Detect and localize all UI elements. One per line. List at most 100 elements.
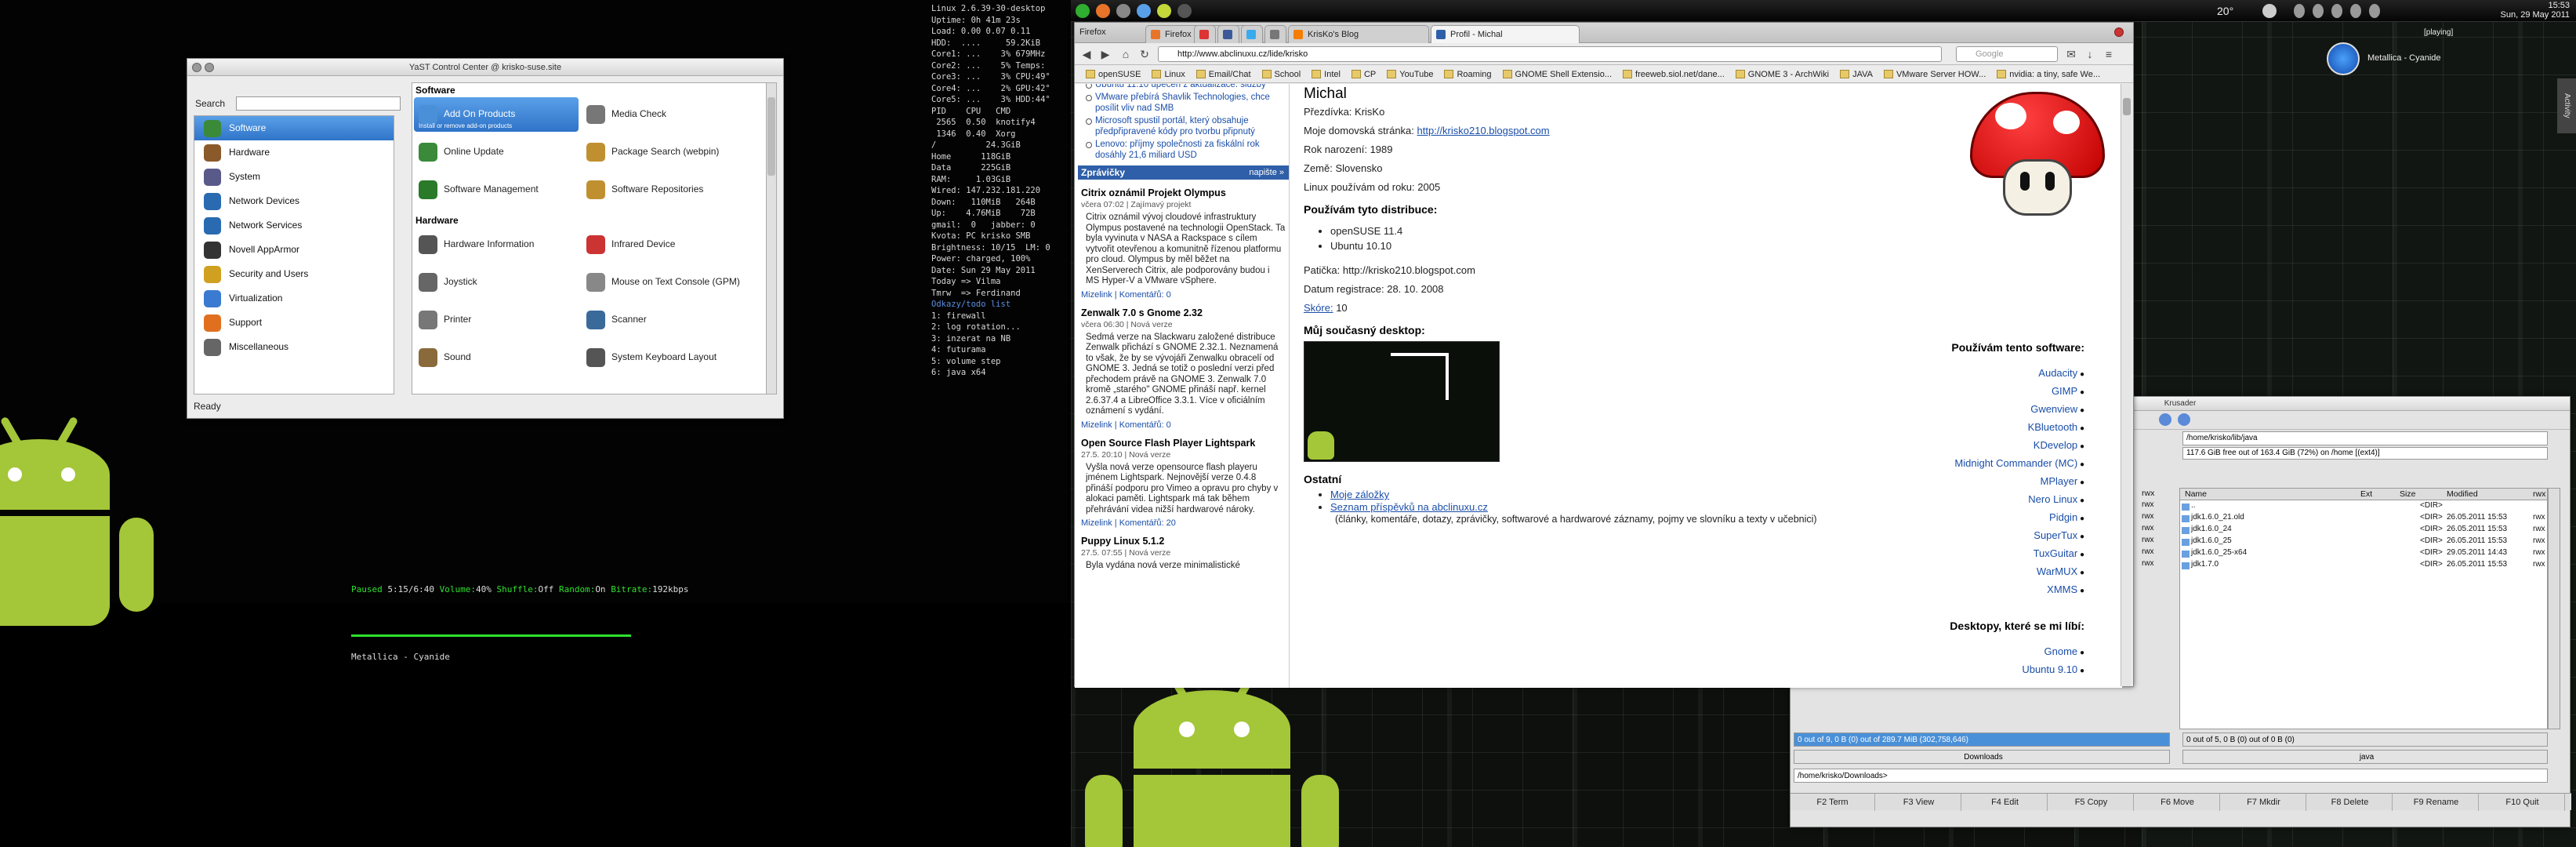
module-system-keyboard-layout[interactable]: System Keyboard Layout — [582, 340, 746, 375]
file-row[interactable]: jdk1.6.0_25 <DIR> 26.05.2011 15:53 rwx — [2180, 536, 2547, 548]
bookmark-item[interactable]: School — [1261, 66, 1301, 82]
forward-button[interactable]: ▶ — [1098, 47, 1112, 61]
module-package-search-webpin-[interactable]: Package Search (webpin) — [582, 135, 746, 169]
file-row[interactable]: jdk1.6.0_21.old <DIR> 26.05.2011 15:53 rwx — [2180, 513, 2547, 525]
software-link[interactable]: Nero Linux — [1841, 491, 2084, 509]
software-link[interactable]: GIMP — [1841, 383, 2084, 401]
software-link[interactable]: WarMUX — [1841, 563, 2084, 581]
col-perms[interactable]: rwx — [2533, 489, 2545, 499]
category-support[interactable]: Support — [194, 311, 394, 335]
module-printer[interactable]: Printer — [414, 303, 579, 337]
home-button[interactable]: ⌂ — [1119, 47, 1133, 61]
col-name[interactable]: Name — [2185, 489, 2207, 499]
news-header-link[interactable]: napište » — [1249, 165, 1284, 180]
firefox-menu[interactable]: Firefox — [1079, 27, 1106, 37]
volume-icon[interactable] — [2313, 4, 2324, 18]
tab-profile[interactable]: Profil - Michal — [1431, 25, 1580, 43]
score-link[interactable]: Skóre: — [1304, 302, 1333, 314]
network-icon[interactable] — [2294, 4, 2305, 18]
file-row[interactable]: jdk1.6.0_25-x64 <DIR> 29.05.2011 14:43 rwx — [2180, 548, 2547, 560]
module-sound[interactable]: Sound — [414, 340, 579, 375]
other-link[interactable]: Moje záložky — [1330, 489, 1389, 500]
tab-facebook[interactable] — [1217, 25, 1239, 43]
reload-button[interactable]: ↻ — [1137, 47, 1152, 61]
bookmark-item[interactable]: JAVA — [1840, 66, 1873, 82]
bookmark-item[interactable]: Linux — [1152, 66, 1185, 82]
page-scrollbar[interactable] — [2121, 84, 2132, 686]
zoom-out-icon[interactable] — [2178, 413, 2190, 426]
battery-icon[interactable] — [2350, 4, 2361, 18]
category-novell-apparmor[interactable]: Novell AppArmor — [194, 238, 394, 262]
module-software-repositories[interactable]: Software Repositories — [582, 173, 746, 207]
category-network-devices[interactable]: Network Devices — [194, 189, 394, 213]
category-network-services[interactable]: Network Services — [194, 213, 394, 238]
module-hardware-information[interactable]: Hardware Information — [414, 227, 579, 262]
category-hardware[interactable]: Hardware — [194, 140, 394, 165]
bookmark-item[interactable]: nvidia: a tiny, safe We... — [1997, 66, 2100, 82]
tab-twitter[interactable] — [1241, 25, 1263, 43]
news-link[interactable]: Lenovo: příjmy společnosti za fiskální r… — [1086, 139, 1289, 161]
fkey-button[interactable]: F7 Mkdir — [2222, 794, 2306, 811]
fkey-button[interactable]: F8 Delete — [2308, 794, 2393, 811]
addon-icon[interactable]: ✉ — [2064, 47, 2078, 61]
close-icon[interactable] — [192, 63, 201, 72]
left-col-perms[interactable]: rwx — [2142, 489, 2154, 498]
tools-launcher-icon[interactable] — [1177, 4, 1192, 18]
bookmark-item[interactable]: GNOME 3 - ArchWiki — [1735, 66, 1829, 82]
tab-email[interactable] — [1264, 25, 1286, 43]
terminal-launcher-icon[interactable] — [1137, 4, 1151, 18]
zoom-in-icon[interactable] — [2159, 413, 2171, 426]
download-icon[interactable]: ↓ — [2083, 47, 2097, 61]
article-links[interactable]: Mizelink | Komentářů: 20 — [1081, 518, 1286, 528]
bookmark-item[interactable]: VMware Server HOW... — [1883, 66, 1986, 82]
software-link[interactable]: TuxGuitar — [1841, 545, 2084, 563]
search-bar[interactable]: Google — [1956, 46, 2058, 62]
bookmark-item[interactable]: GNOME Shell Extensio... — [1502, 66, 1612, 82]
right-dir[interactable]: java — [2182, 750, 2548, 764]
bluetooth-icon[interactable] — [2331, 4, 2342, 18]
left-dir[interactable]: Downloads — [1794, 750, 2170, 764]
weather-temp[interactable]: 20° — [2217, 5, 2233, 17]
back-button[interactable]: ◀ — [1079, 47, 1094, 61]
article-links[interactable]: Mizelink | Komentářů: 0 — [1081, 290, 1286, 300]
software-link[interactable]: MPlayer — [1841, 473, 2084, 491]
activity-button[interactable]: Activity — [2557, 78, 2576, 133]
desktop-link[interactable]: Gnome — [1841, 643, 2084, 661]
firefox-launcher-icon[interactable] — [1096, 4, 1110, 18]
category-software[interactable]: Software — [194, 116, 394, 140]
files-launcher-icon[interactable] — [1116, 4, 1130, 18]
yast-scrollbar[interactable] — [766, 82, 777, 394]
minimize-icon[interactable] — [205, 63, 214, 72]
col-modified[interactable]: Modified — [2447, 489, 2478, 499]
software-link[interactable]: Gwenview — [1841, 401, 2084, 419]
tab-gmail[interactable] — [1194, 25, 1216, 43]
fkey-button[interactable]: F5 Copy — [2049, 794, 2134, 811]
file-row[interactable]: jdk1.7.0 <DIR> 26.05.2011 15:53 rwx — [2180, 560, 2547, 572]
article-links[interactable]: Mizelink | Komentářů: 0 — [1081, 420, 1286, 430]
news-link[interactable]: Microsoft spustil portál, který obsahuje… — [1086, 115, 1289, 137]
col-ext[interactable]: Ext — [2360, 489, 2372, 499]
module-add-on-products[interactable]: Add On Products Install or remove add-on … — [414, 97, 579, 132]
home-link[interactable]: http://krisko210.blogspot.com — [1417, 125, 1550, 136]
play-icon[interactable] — [2327, 42, 2360, 75]
news-link[interactable]: Ubuntu 11.10 upečen z aktualizace: služb… — [1086, 84, 1289, 90]
command-line[interactable]: /home/krisko/Downloads> — [1794, 769, 2548, 783]
article-title[interactable]: Puppy Linux 5.1.2 — [1081, 536, 1286, 547]
app-menu-icon[interactable] — [1076, 4, 1090, 18]
fkey-button[interactable]: F6 Move — [2135, 794, 2220, 811]
fkey-button[interactable]: F3 View — [1877, 794, 1961, 811]
other-link[interactable]: Seznam příspěvků na abclinuxu.cz — [1330, 501, 1488, 513]
bookmark-item[interactable]: Email/Chat — [1195, 66, 1251, 82]
bookmark-item[interactable]: Intel — [1312, 66, 1341, 82]
desktop-link[interactable]: Ubuntu 9.10 — [1841, 661, 2084, 679]
module-software-management[interactable]: Software Management — [414, 173, 579, 207]
news-link[interactable]: VMware přebírá Shavlik Technologies, chc… — [1086, 92, 1289, 114]
article-title[interactable]: Open Source Flash Player Lightspark — [1081, 438, 1286, 449]
module-media-check[interactable]: Media Check — [582, 97, 746, 132]
fkey-button[interactable]: F9 Rename — [2394, 794, 2479, 811]
fkey-button[interactable]: F10 Quit — [2480, 794, 2565, 811]
url-bar[interactable]: http://www.abclinuxu.cz/lide/krisko — [1158, 46, 1942, 62]
window-close-icon[interactable] — [2114, 27, 2124, 37]
module-joystick[interactable]: Joystick — [414, 265, 579, 300]
power-icon[interactable] — [2369, 4, 2380, 18]
